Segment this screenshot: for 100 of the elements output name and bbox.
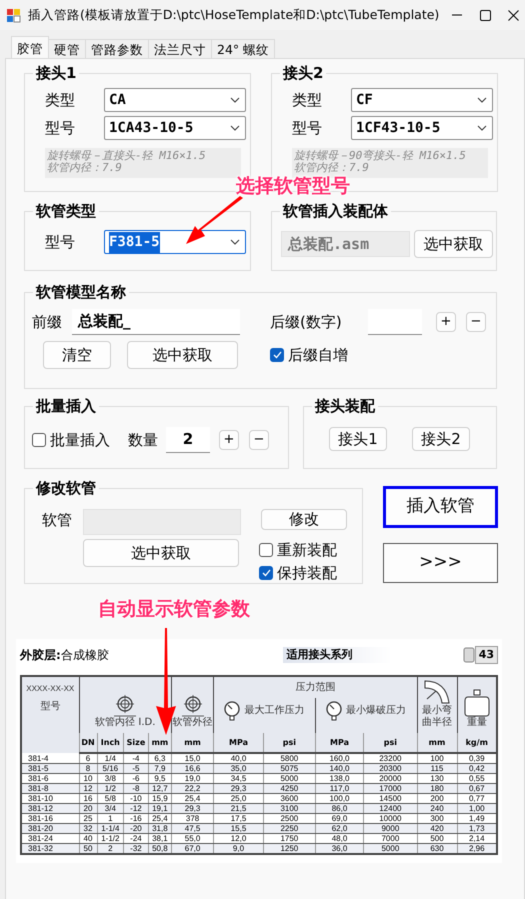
field-label: 型号 [292,118,323,139]
chevron-icon [230,97,240,103]
read-only-field: 总装配.asm [281,231,410,257]
checkbox-label: 保持装配 [277,562,337,584]
table-cell: 15,5 [214,824,264,834]
column-header: mm [148,733,172,753]
table-cell: 180 [417,784,457,794]
button[interactable]: 接头1 [329,427,387,451]
table-cell: 2250 [263,824,316,834]
table-cell: 0,42 [457,764,497,774]
group-title: 软管模型名称 [33,282,129,302]
dropdown[interactable]: 1CF43-10-5 [351,116,493,140]
dropdown[interactable]: 1CA43-10-5 [104,116,246,140]
column-header: 最小爆破压力 [346,705,406,717]
column-header: kg/m [457,733,497,753]
table-cell: 47,5 [172,824,214,834]
description-text: 软管内径：7.9 [47,162,123,174]
button[interactable]: 接头2 [412,427,470,451]
table-cell: 35,0 [214,764,264,774]
table-cell: -32 [124,844,148,854]
tab[interactable]: 24° 螺纹 [211,39,276,58]
checkbox-label: 重新装配 [277,540,337,561]
table-cell: 381-8 [21,784,79,794]
weight-icon [464,689,490,717]
button[interactable]: 选中获取 [127,341,238,369]
field-label: 型号 [45,232,76,253]
check-icon [272,351,282,359]
dropdown[interactable]: F381-5 [104,230,246,254]
field-label: 软管 [42,510,73,531]
description-text: 软管内径：7.9 [294,162,370,174]
checkbox-label: 后缀自增 [288,344,348,366]
table-cell: 3100 [263,804,316,814]
table-cell: 1,00 [457,804,497,814]
expand-button[interactable]: >>> [383,543,498,583]
table-cell: 630 [417,844,457,854]
column-header: MPa [315,733,364,753]
column-header: psi [364,733,417,753]
table-cell: 381-5 [21,764,79,774]
dropdown[interactable]: CA [104,88,246,112]
table-cell: 16,6 [172,764,214,774]
input-field[interactable] [368,309,422,335]
table-cell: 5000 [364,844,417,854]
input-field[interactable]: 2 [166,427,210,453]
maximize-icon[interactable] [480,10,491,20]
table-cell: 17000 [364,784,417,794]
table-cell: 381-32 [21,844,79,854]
table-cell: 240 [417,804,457,814]
gauge-icon [224,701,240,721]
dropdown[interactable]: CF [351,88,493,112]
column-header: Size [124,733,148,753]
button[interactable]: 清空 [43,341,111,369]
close-icon[interactable] [508,10,520,20]
column-header: psi [263,733,316,753]
description-text: 旋转螺母－直接头-轻 M16×1.5 [47,150,207,162]
table-cell: 420 [417,824,457,834]
tab[interactable]: 硬管 [48,39,86,58]
table-cell: 9000 [364,824,417,834]
table-cell: -8 [124,784,148,794]
column-header: 最大工作压力 [244,705,304,717]
table-cell: 1250 [263,844,316,854]
checkbox[interactable] [270,348,284,362]
minus-button[interactable]: − [466,312,486,332]
checkbox[interactable] [259,543,273,558]
column-header: 最小弯曲半径 [421,705,453,729]
input-field[interactable]: 总装配_ [72,309,240,335]
group-title: 接头1 [33,63,80,83]
button[interactable]: 修改 [261,509,347,530]
table-cell: 5075 [263,764,316,774]
app-icon [6,7,22,23]
tab[interactable]: 管路参数 [85,39,149,58]
table-cell: 29,3 [172,804,214,814]
table-cell: 22,2 [172,784,214,794]
tab[interactable]: 胶管 [11,36,49,58]
minus-button[interactable]: − [249,430,269,450]
table-cell: -12 [124,804,148,814]
table-cell: 381-12 [21,804,79,814]
table-cell: 115 [417,764,457,774]
button[interactable]: 选中获取 [83,539,239,567]
plus-button[interactable]: + [436,312,456,332]
table-cell: -20 [124,824,148,834]
button[interactable]: 选中获取 [414,230,493,258]
check-icon [262,568,270,577]
chevron-icon [230,125,240,131]
plus-button[interactable]: + [219,430,239,450]
column-header: DN [79,733,97,753]
fitting-icon [462,646,475,664]
gauge-icon [326,701,342,721]
group-title: 修改软管 [33,478,99,498]
insert-button[interactable]: 插入软管 [383,486,498,528]
table-cell: 20300 [364,764,417,774]
tab[interactable]: 法兰尺寸 [148,39,212,58]
table-cell: 0,67 [457,784,497,794]
table-cell: 8 [79,764,97,774]
checkbox[interactable] [32,433,46,447]
column-header: mm [417,733,457,753]
field-label: 型号 [45,118,76,139]
chevron-icon [477,97,487,103]
table-cell: 1,73 [457,824,497,834]
column-header: 重量 [466,717,487,729]
checkbox[interactable] [259,566,273,580]
